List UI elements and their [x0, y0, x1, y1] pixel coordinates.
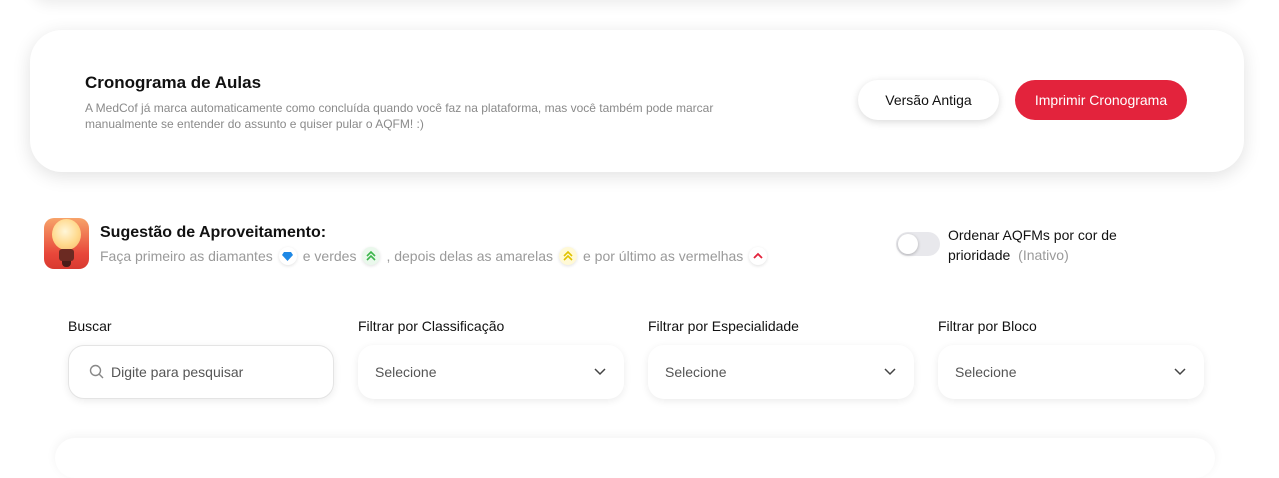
specialty-select[interactable]: Selecione: [648, 345, 914, 399]
yellow-priority-icon: [559, 247, 577, 265]
diamond-priority-icon: [278, 247, 297, 265]
priority-order-label: Ordenar AQFMs por cor de prioridade (Ina…: [948, 225, 1148, 265]
old-version-button[interactable]: Versão Antiga: [858, 80, 999, 120]
search-placeholder: Digite para pesquisar: [111, 364, 244, 380]
suggestion-part-2: e verdes: [302, 248, 357, 264]
content-card: [55, 438, 1215, 478]
chevron-down-icon: [884, 368, 896, 376]
suggestion-part-3: , depois delas as amarelas: [386, 248, 553, 264]
suggestion-title: Sugestão de Aproveitamento:: [100, 224, 327, 241]
suggestion-text: Faça primeiro as diamantes e verdes , de…: [100, 247, 773, 265]
block-value: Selecione: [955, 364, 1017, 380]
specialty-value: Selecione: [665, 364, 727, 380]
classification-filter-label: Filtrar por Classificação: [358, 318, 505, 334]
block-select[interactable]: Selecione: [938, 345, 1204, 399]
suggestion-part-4: e por último as vermelhas: [583, 248, 744, 264]
classification-value: Selecione: [375, 364, 437, 380]
schedule-description: A MedCof já marca automaticamente como c…: [85, 101, 714, 131]
lightbulb-icon: [44, 218, 89, 269]
schedule-card: Cronograma de Aulas A MedCof já marca au…: [30, 30, 1244, 172]
priority-order-toggle[interactable]: [896, 232, 940, 256]
print-schedule-button[interactable]: Imprimir Cronograma: [1015, 80, 1187, 120]
chevron-down-icon: [594, 368, 606, 376]
priority-order-state: (Inativo): [1018, 247, 1069, 263]
toggle-knob: [898, 234, 918, 254]
block-filter-label: Filtrar por Bloco: [938, 318, 1037, 334]
schedule-title: Cronograma de Aulas: [85, 73, 262, 92]
search-label: Buscar: [68, 318, 112, 334]
green-priority-icon: [362, 247, 381, 265]
search-icon: [89, 364, 104, 379]
search-field[interactable]: Digite para pesquisar: [68, 345, 334, 399]
classification-select[interactable]: Selecione: [358, 345, 624, 399]
red-priority-icon: [749, 247, 768, 265]
suggestion-part-1: Faça primeiro as diamantes: [100, 248, 273, 264]
specialty-filter-label: Filtrar por Especialidade: [648, 318, 799, 334]
chevron-down-icon: [1174, 368, 1186, 376]
